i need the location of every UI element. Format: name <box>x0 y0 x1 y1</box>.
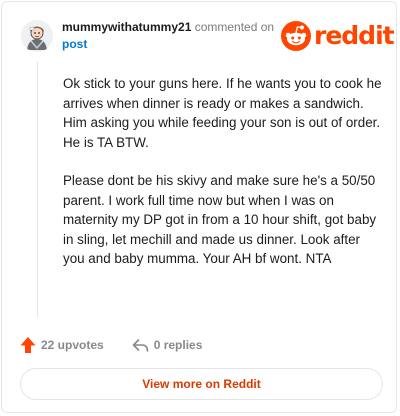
comment-paragraph-1: Ok stick to your guns here. If he wants … <box>63 76 382 150</box>
comment-body: Ok stick to your guns here. If he wants … <box>63 74 383 288</box>
reddit-wordmark: reddit <box>314 21 395 50</box>
thread-line[interactable] <box>37 62 38 317</box>
upvote-button[interactable]: 22 upvotes <box>20 336 104 354</box>
comment-actions: 22 upvotes 0 replies <box>20 335 202 355</box>
reddit-alien-icon <box>281 21 311 51</box>
username-link[interactable]: mummywithatummy21 <box>62 20 191 34</box>
view-more-button[interactable]: View more on Reddit <box>20 368 383 400</box>
commented-on-text: commented on <box>191 20 275 34</box>
reply-count: 0 replies <box>153 338 203 352</box>
reddit-logo[interactable]: reddit <box>281 20 395 52</box>
reply-arrow-icon <box>132 338 149 352</box>
comment-paragraph-2: Please dont be his skivy and make sure h… <box>63 173 377 266</box>
upvote-count: 22 upvotes <box>41 338 104 352</box>
post-link[interactable]: post <box>62 37 87 51</box>
reply-button[interactable]: 0 replies <box>132 338 203 353</box>
avatar-icon[interactable] <box>21 20 53 52</box>
comment-header: mummywithatummy21 commented on post <box>62 19 277 53</box>
upvote-arrow-icon <box>20 337 36 353</box>
comment-embed-card: mummywithatummy21 commented on post redd… <box>1 1 397 413</box>
